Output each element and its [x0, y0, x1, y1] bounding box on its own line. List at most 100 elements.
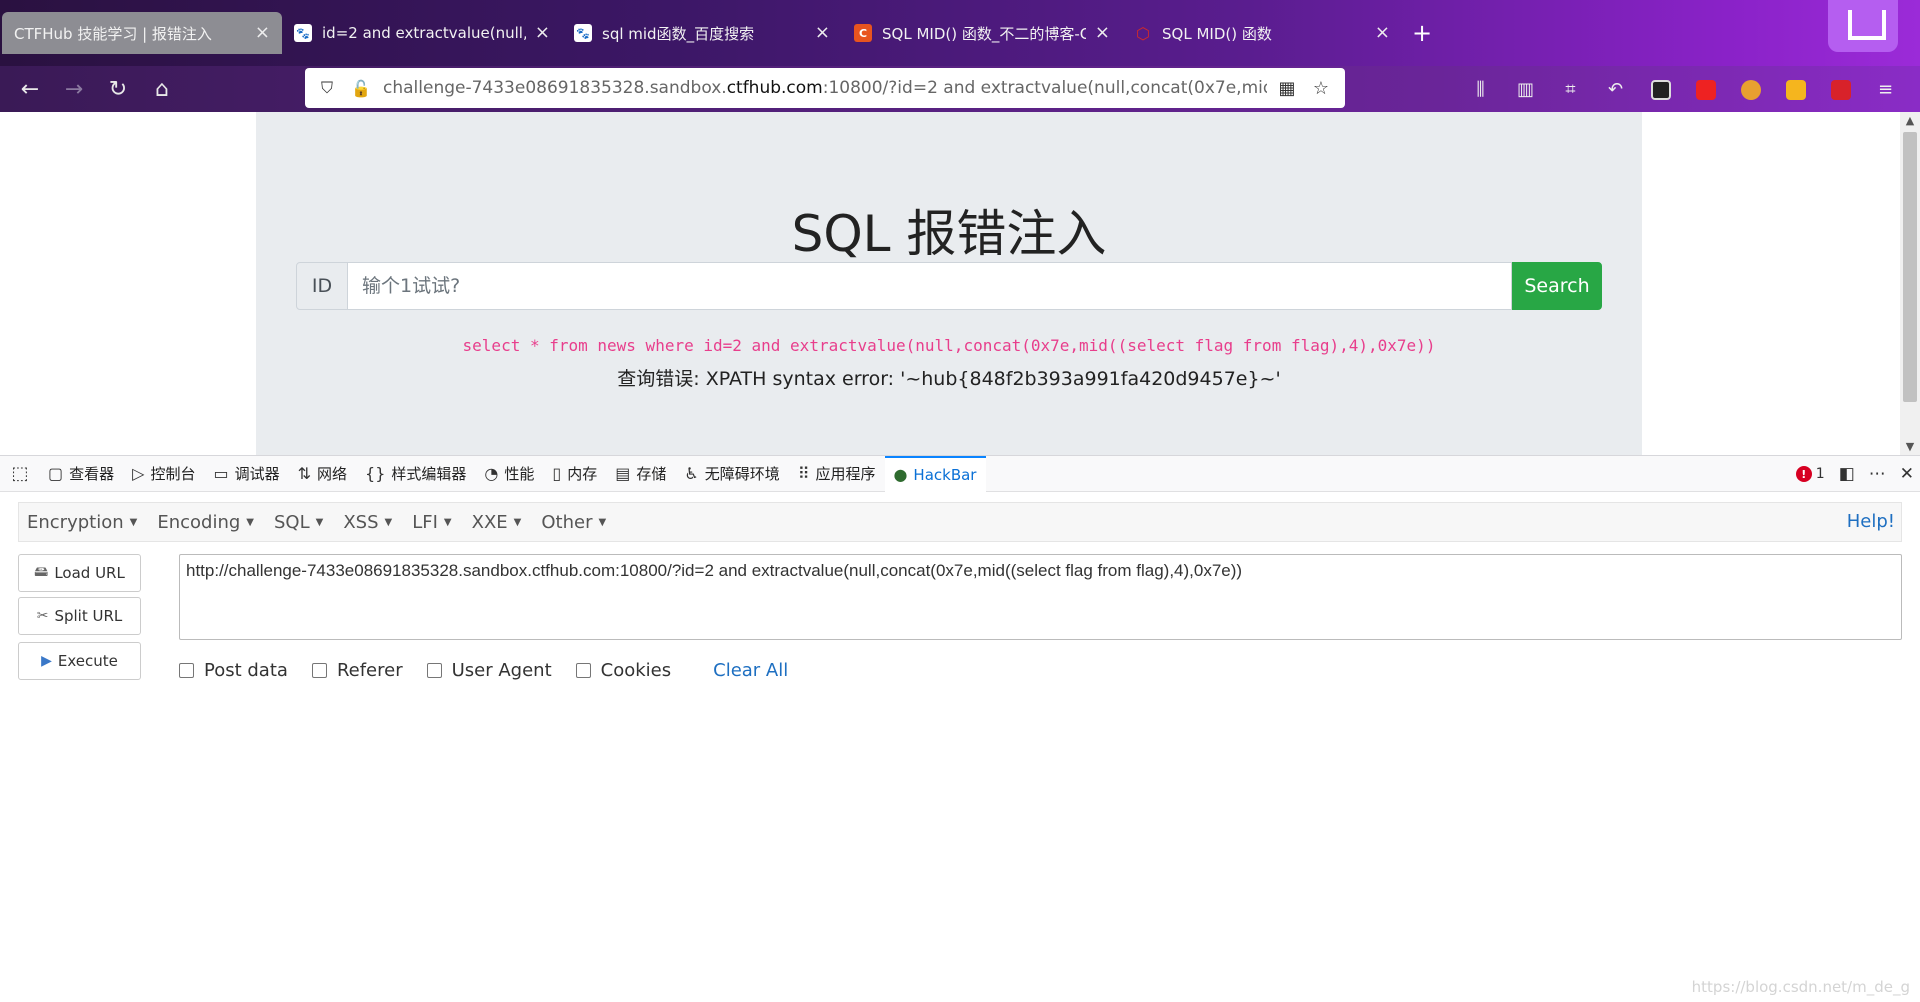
- tab-title: CTFHub 技能学习 | 报错注入: [14, 24, 212, 43]
- pen-extension-icon[interactable]: [1818, 79, 1863, 100]
- option-label: User Agent: [451, 659, 552, 681]
- devtools-tab-network[interactable]: ⇅ 网络: [290, 456, 357, 492]
- menu-lfi[interactable]: LFI ▼: [404, 512, 463, 533]
- devtools-tab-performance[interactable]: ◔ 性能: [476, 456, 544, 492]
- devtools-tabs: ▢ 查看器 ▷ 控制台 ▭ 调试器 ⇅ 网络 {} 样式编辑器 ◔ 性能 ▯ 内存 ▤ 存储 ♿ 无障碍环境 ⠿ 应用…: [40, 455, 987, 492]
- hackbar-icon: ●: [893, 465, 908, 484]
- tab-ctfhub[interactable]: CTFHub 技能学习 | 报错注入 ×: [2, 12, 282, 54]
- devtools-tab-memory[interactable]: ▯ 内存: [544, 456, 607, 492]
- devtools-tab-storage[interactable]: ▤ 存储: [607, 456, 676, 492]
- application-icon: ⠿: [797, 464, 810, 483]
- qr-code-icon[interactable]: ▦: [1273, 78, 1301, 99]
- ip-extension-icon[interactable]: [1773, 79, 1818, 100]
- page-scrollbar[interactable]: ▲ ▼: [1900, 112, 1920, 455]
- block-extension-icon[interactable]: [1728, 79, 1773, 100]
- devtools-tab-label: 内存: [567, 465, 598, 483]
- option-referer[interactable]: Referer: [311, 660, 403, 681]
- new-tab-button[interactable]: +: [1402, 12, 1442, 54]
- caret-down-icon: ▼: [513, 517, 522, 528]
- mask-extension-icon[interactable]: [1638, 79, 1683, 100]
- devtools-tab-label: 性能: [504, 465, 535, 483]
- memory-icon: ▯: [552, 464, 562, 483]
- page-viewport: SQL 报错注入 ID Search select * from news wh…: [0, 112, 1920, 455]
- button-label: Split URL: [54, 607, 123, 625]
- menu-xss[interactable]: XSS ▼: [335, 512, 404, 533]
- tab-csdn[interactable]: C SQL MID() 函数_不二的博客-C ×: [842, 12, 1122, 54]
- tab-close-icon[interactable]: ×: [255, 22, 270, 43]
- devtools-tab-debugger[interactable]: ▭ 调试器: [205, 456, 289, 492]
- url-text[interactable]: challenge-7433e08691835328.sandbox.ctfhu…: [383, 78, 1267, 98]
- tab-close-icon[interactable]: ×: [1375, 22, 1390, 43]
- insecure-lock-icon[interactable]: 🔓: [349, 79, 373, 98]
- hackbar-url-textarea[interactable]: http://challenge-7433e08691835328.sandbo…: [179, 554, 1902, 640]
- error-indicator[interactable]: ! 1: [1795, 466, 1825, 482]
- dock-side-icon[interactable]: ◧: [1839, 464, 1855, 484]
- id-input[interactable]: [348, 262, 1512, 310]
- menu-xxe[interactable]: XXE ▼: [464, 512, 534, 533]
- devtools-tab-label: 应用程序: [815, 465, 876, 483]
- option-user-agent[interactable]: User Agent: [426, 659, 552, 681]
- sql-error-text: 查询错误: XPATH syntax error: '~hub{848f2b39…: [617, 368, 1281, 390]
- caret-down-icon: ▼: [246, 517, 254, 528]
- scroll-up-icon[interactable]: ▲: [1900, 114, 1920, 127]
- split-url-icon: ✂: [36, 608, 49, 624]
- sidebar-icon[interactable]: ▥: [1503, 79, 1548, 100]
- network-icon: ⇅: [297, 464, 312, 483]
- close-devtools-icon[interactable]: ✕: [1900, 464, 1914, 484]
- referer-checkbox[interactable]: [311, 662, 327, 678]
- option-post-data[interactable]: Post data: [179, 660, 288, 681]
- undo-icon[interactable]: ↶: [1593, 79, 1638, 100]
- url-bar[interactable]: ⛉ 🔓 challenge-7433e08691835328.sandbox.c…: [305, 68, 1345, 108]
- back-button[interactable]: ←: [8, 69, 52, 109]
- devtools-tab-hackbar[interactable]: ● HackBar: [885, 455, 987, 492]
- menu-other[interactable]: Other ▼: [533, 512, 618, 533]
- split-url-button[interactable]: ✂ Split URL: [18, 597, 141, 635]
- red-extension-icon[interactable]: [1683, 79, 1728, 100]
- runoob-icon: ⬡: [1136, 23, 1150, 43]
- reload-button[interactable]: ↻: [96, 69, 140, 109]
- element-picker-icon[interactable]: ⬚: [0, 456, 40, 492]
- option-cookies[interactable]: Cookies: [575, 660, 671, 681]
- devtools-tab-application[interactable]: ⠿ 应用程序: [790, 456, 886, 492]
- forward-button[interactable]: →: [52, 69, 96, 109]
- hackbar-options: Post data Referer User Agent Cookies Cle…: [179, 658, 788, 682]
- tab-close-icon[interactable]: ×: [815, 22, 830, 43]
- search-button[interactable]: Search: [1512, 262, 1602, 310]
- clear-all-link[interactable]: Clear All: [713, 660, 788, 681]
- cookies-checkbox[interactable]: [575, 662, 591, 678]
- menu-encryption[interactable]: Encryption ▼: [19, 512, 149, 533]
- home-button[interactable]: ⌂: [140, 69, 184, 109]
- more-options-icon[interactable]: ⋯: [1869, 464, 1886, 484]
- search-form: ID Search: [296, 262, 1602, 310]
- menu-label: XXE: [471, 511, 508, 533]
- post-data-checkbox[interactable]: [179, 662, 194, 678]
- load-url-button[interactable]: 🖴 Load URL: [18, 554, 141, 592]
- devtools-tab-style-editor[interactable]: {} 样式编辑器: [357, 456, 476, 492]
- page-title: SQL 报错注入: [791, 205, 1107, 263]
- tab-close-icon[interactable]: ×: [1095, 22, 1110, 43]
- shield-icon[interactable]: ⛉: [315, 78, 339, 98]
- tab-baidu-search[interactable]: 🐾 sql mid函数_百度搜索 ×: [562, 12, 842, 54]
- scroll-down-icon[interactable]: ▼: [1900, 440, 1920, 453]
- devtools-tab-inspector[interactable]: ▢ 查看器: [40, 456, 124, 492]
- menu-encoding[interactable]: Encoding ▼: [149, 512, 266, 533]
- menu-sql[interactable]: SQL ▼: [266, 512, 335, 533]
- screenshot-icon[interactable]: ⌗: [1548, 79, 1593, 100]
- user-agent-checkbox[interactable]: [426, 662, 442, 678]
- scroll-thumb[interactable]: [1903, 132, 1917, 402]
- tab-close-icon[interactable]: ×: [535, 22, 550, 43]
- tab-runoob[interactable]: ⬡ SQL MID() 函数 ×: [1122, 12, 1402, 54]
- devtools-tab-label: 调试器: [234, 465, 280, 483]
- help-link[interactable]: Help!: [1847, 511, 1895, 532]
- devtools-tab-console[interactable]: ▷ 控制台: [124, 456, 205, 492]
- menu-icon[interactable]: ≡: [1863, 79, 1908, 100]
- button-label: Execute: [57, 652, 118, 670]
- storage-icon: ▤: [615, 464, 631, 483]
- tab-baidu-query[interactable]: 🐾 id=2 and extractvalue(null,co ×: [282, 12, 562, 54]
- execute-button[interactable]: ▶ Execute: [18, 642, 141, 680]
- devtools-tab-label: 网络: [317, 465, 348, 483]
- menu-label: LFI: [412, 511, 438, 533]
- bookmark-star-icon[interactable]: ☆: [1307, 78, 1335, 99]
- library-icon[interactable]: ⫼: [1458, 79, 1503, 100]
- devtools-tab-accessibility[interactable]: ♿ 无障碍环境: [676, 456, 789, 492]
